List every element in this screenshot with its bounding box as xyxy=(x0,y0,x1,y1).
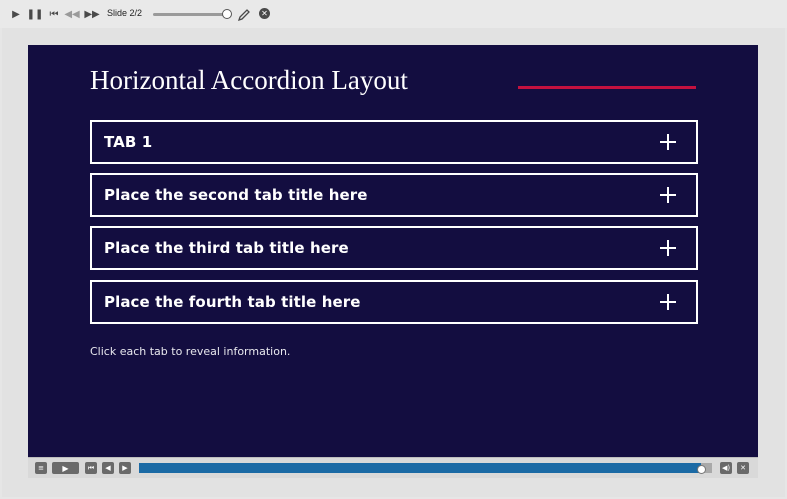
instruction-text: Click each tab to reveal information. xyxy=(90,345,291,358)
accordion-tab-1[interactable]: TAB 1 xyxy=(90,120,698,164)
progress-handle[interactable] xyxy=(696,465,706,474)
top-toolbar: ▶ ❚❚ ⏮ ◀◀ ▶▶ Slide 2/2 ✕ xyxy=(0,0,787,28)
accordion-tab-2[interactable]: Place the second tab title here xyxy=(90,173,698,217)
tab-label: Place the third tab title here xyxy=(104,239,349,257)
accordion-tab-4[interactable]: Place the fourth tab title here xyxy=(90,280,698,324)
player-control-bar: ≡ ▶ ⏮ ◀ ▶ ◀) ✕ xyxy=(28,457,758,478)
play-button[interactable]: ▶ xyxy=(52,462,79,474)
progress-fill xyxy=(139,463,701,473)
close-icon[interactable]: ✕ xyxy=(259,8,270,19)
title-accent-line xyxy=(518,86,696,89)
plus-icon xyxy=(660,134,676,150)
slide-counter: Slide 2/2 xyxy=(107,8,143,18)
skip-back-icon[interactable]: ⏮ xyxy=(85,462,97,474)
volume-icon[interactable]: ◀) xyxy=(720,462,732,474)
tab-label: Place the second tab title here xyxy=(104,186,368,204)
previous-icon[interactable]: ◀ xyxy=(102,462,114,474)
next-icon[interactable]: ▶ xyxy=(119,462,131,474)
slide-title: Horizontal Accordion Layout xyxy=(90,65,408,95)
fast-forward-icon[interactable]: ▶▶ xyxy=(84,7,99,21)
pause-icon[interactable]: ❚❚ xyxy=(27,7,44,21)
slide-canvas: Horizontal Accordion Layout TAB 1 Place … xyxy=(28,45,758,457)
play-icon[interactable]: ▶ xyxy=(9,7,23,21)
rewind-icon[interactable]: ◀◀ xyxy=(64,7,79,21)
volume-slider-track[interactable] xyxy=(153,13,229,16)
menu-icon[interactable]: ≡ xyxy=(35,462,47,474)
skip-back-icon[interactable]: ⏮ xyxy=(47,7,61,21)
tab-label: TAB 1 xyxy=(104,133,153,151)
plus-icon xyxy=(660,240,676,256)
volume-slider-handle[interactable] xyxy=(222,9,232,19)
progress-bar[interactable] xyxy=(139,463,712,473)
close-icon[interactable]: ✕ xyxy=(737,462,749,474)
plus-icon xyxy=(660,187,676,203)
pencil-icon[interactable] xyxy=(237,7,251,22)
accordion-tab-3[interactable]: Place the third tab title here xyxy=(90,226,698,270)
tab-label: Place the fourth tab title here xyxy=(104,293,361,311)
plus-icon xyxy=(660,294,676,310)
